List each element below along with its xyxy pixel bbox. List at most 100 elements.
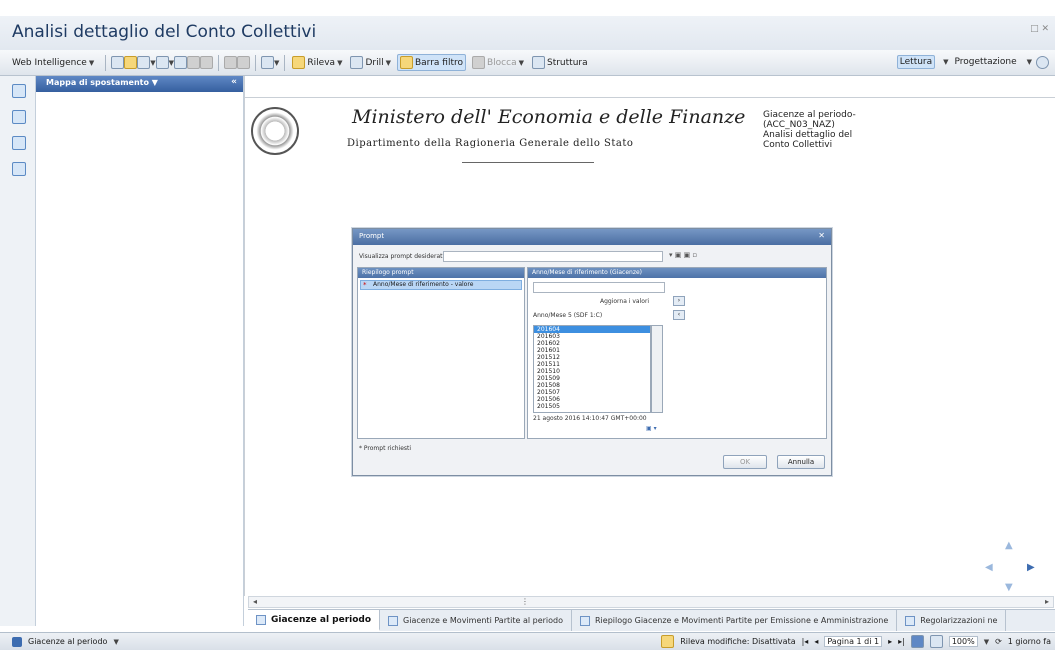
ministry-heading: Ministero dell' Economia e delle Finanze — [352, 106, 746, 128]
list-item[interactable]: 201603 — [534, 333, 650, 340]
values-list[interactable]: 201604 201603 201602 201601 201512 20151… — [533, 325, 651, 413]
list-item[interactable]: 201602 — [534, 340, 650, 347]
track-changes-status[interactable]: Rileva modifiche: Disattivata — [680, 637, 795, 646]
tab-regolarizzazioni[interactable]: Regolarizzazioni ne — [897, 610, 1007, 631]
chevron-down-icon[interactable]: ▼ — [943, 58, 948, 66]
collapse-icon[interactable]: « — [231, 77, 237, 87]
tab-giacenze-al-periodo[interactable]: Giacenze al periodo — [248, 610, 381, 631]
navigation-map-panel: Mappa di spostamento ▼ « — [36, 76, 244, 626]
scroll-left-icon[interactable]: ◂ — [253, 597, 257, 606]
blocca-button[interactable]: Blocca ▼ — [470, 55, 526, 70]
close-icon[interactable]: ✕ — [818, 231, 825, 240]
document-icon[interactable] — [12, 84, 26, 98]
drill-label: Drill — [365, 57, 384, 68]
list-item[interactable]: 201601 — [534, 347, 650, 354]
more-values-icon[interactable]: ▣ ▾ — [646, 425, 657, 432]
data-icon[interactable] — [12, 162, 26, 176]
tab-giacenze-e-movimenti[interactable]: Giacenze e Movimenti Partite al periodo — [380, 610, 572, 631]
input-controls-icon[interactable] — [12, 136, 26, 150]
window-controls[interactable]: □ ✕ — [1030, 24, 1049, 34]
report-selector[interactable]: Giacenze al periodo — [28, 637, 107, 646]
tab-riepilogo-giacenze[interactable]: Riepilogo Giacenze e Movimenti Partite p… — [572, 610, 898, 631]
list-item[interactable]: 201507 — [534, 389, 650, 396]
prev-page-icon[interactable]: ◂ — [814, 637, 818, 646]
find-icon[interactable] — [174, 56, 188, 69]
cancel-button[interactable]: Annulla — [777, 455, 825, 469]
timestamp-label: 21 agosto 2016 14:10:47 GMT+00:00 — [533, 415, 647, 422]
chevron-down-icon[interactable]: ▼ — [274, 59, 279, 67]
list-item[interactable]: 201604 — [534, 326, 650, 333]
report-tab-icon — [905, 615, 916, 626]
prompt-dialog: Prompt ✕ Visualizza prompt desiderati: ▾… — [352, 228, 832, 476]
save-icon[interactable] — [137, 56, 151, 69]
page-navigation-pad[interactable]: ▲ ◀ ▶ ▼ — [983, 540, 1039, 596]
drill-button[interactable]: Drill ▼ — [348, 55, 393, 70]
report-info-line: Giacenze al periodo- — [763, 110, 856, 120]
panel-title: Mappa di spostamento — [46, 78, 149, 87]
values-scrollbar[interactable] — [651, 325, 663, 413]
page-view-icon[interactable] — [910, 635, 924, 648]
struttura-button[interactable]: Struttura — [530, 55, 590, 70]
chevron-down-icon[interactable]: ▼ — [150, 59, 155, 67]
arrow-up-icon[interactable]: ▲ — [1005, 540, 1013, 551]
new-document-icon[interactable] — [111, 56, 125, 69]
chevron-down-icon: ▼ — [385, 58, 391, 67]
web-intelligence-menu[interactable]: Web Intelligence ▼ — [10, 57, 96, 69]
arrow-right-icon[interactable]: ▶ — [1027, 562, 1035, 573]
open-folder-icon[interactable] — [124, 56, 138, 69]
status-left: Giacenze al periodo ▼ — [12, 636, 119, 647]
chevron-down-icon[interactable]: ▼ — [1027, 58, 1032, 66]
undo-icon[interactable] — [224, 56, 238, 69]
zoom-select[interactable]: 100% — [948, 636, 978, 647]
list-item[interactable]: 201505 — [534, 403, 650, 410]
lettura-button[interactable]: Lettura — [896, 55, 936, 69]
scroll-right-icon[interactable]: ▸ — [1045, 597, 1049, 606]
chevron-down-icon[interactable]: ▼ — [984, 638, 989, 646]
dialog-tool-icons[interactable]: ▾ ▣ ▣ ▫ — [669, 251, 697, 259]
last-page-icon[interactable]: ▸| — [898, 637, 905, 646]
print-icon[interactable] — [155, 56, 169, 69]
report-tabs: Giacenze al periodo Giacenze e Movimenti… — [248, 609, 1055, 631]
title-bar: Analisi dettaglio del Conto Collettivi □… — [0, 0, 1055, 50]
arrow-down-icon[interactable]: ▼ — [1005, 582, 1013, 593]
next-page-icon[interactable]: ▸ — [888, 637, 892, 646]
add-value-button[interactable]: › — [673, 296, 685, 306]
list-item[interactable]: 201509 — [534, 375, 650, 382]
navigation-map-icon[interactable] — [12, 110, 26, 124]
rileva-button[interactable]: Rileva ▼ — [290, 55, 344, 70]
refresh-icon[interactable] — [261, 56, 275, 69]
ok-button[interactable]: OK — [723, 455, 767, 469]
list-item[interactable]: 201510 — [534, 368, 650, 375]
rileva-label: Rileva — [307, 57, 336, 68]
prompt-summary-item[interactable]: * Anno/Mese di riferimento - valore — [360, 280, 522, 290]
copy-icon[interactable] — [187, 56, 201, 69]
scroll-thumb-icon[interactable]: ⋮ — [521, 597, 529, 606]
prompt-filter-label: Visualizza prompt desiderati: — [359, 253, 447, 260]
horizontal-scrollbar[interactable]: ◂ ⋮ ▸ — [248, 596, 1054, 608]
report-info-line: (ACC_N03_NAZ) — [763, 120, 835, 130]
dialog-header: Prompt ✕ — [353, 229, 831, 245]
paste-icon[interactable] — [200, 56, 214, 69]
redo-icon[interactable] — [237, 56, 251, 69]
quick-view-icon[interactable] — [929, 635, 943, 648]
panel-header: Mappa di spostamento ▼ « — [36, 76, 243, 92]
value-search-input[interactable] — [533, 282, 665, 293]
chevron-down-icon: ▼ — [88, 58, 95, 67]
remove-value-button[interactable]: ‹ — [673, 310, 685, 320]
help-icon[interactable] — [1036, 55, 1049, 69]
progettazione-button[interactable]: Progettazione — [953, 56, 1019, 68]
list-item[interactable]: 201512 — [534, 354, 650, 361]
prompt-filter-select[interactable] — [443, 251, 663, 262]
page-indicator[interactable]: Pagina 1 di 1 — [824, 636, 883, 647]
barra-filtro-button[interactable]: Barra filtro — [396, 54, 466, 71]
list-item[interactable]: 201506 — [534, 396, 650, 403]
list-item[interactable]: 201508 — [534, 382, 650, 389]
prompt-summary-pane: Riepilogo prompt * Anno/Mese di riferime… — [357, 267, 525, 439]
first-page-icon[interactable]: |◂ — [802, 637, 809, 646]
arrow-left-icon[interactable]: ◀ — [985, 562, 993, 573]
chevron-down-icon[interactable]: ▼ — [113, 638, 118, 646]
tab-label: Giacenze al periodo — [271, 614, 372, 625]
list-item[interactable]: 201511 — [534, 361, 650, 368]
department-heading: Dipartimento della Ragioneria Generale d… — [347, 138, 634, 149]
refresh-values-link[interactable]: Aggiorna i valori — [600, 298, 649, 305]
